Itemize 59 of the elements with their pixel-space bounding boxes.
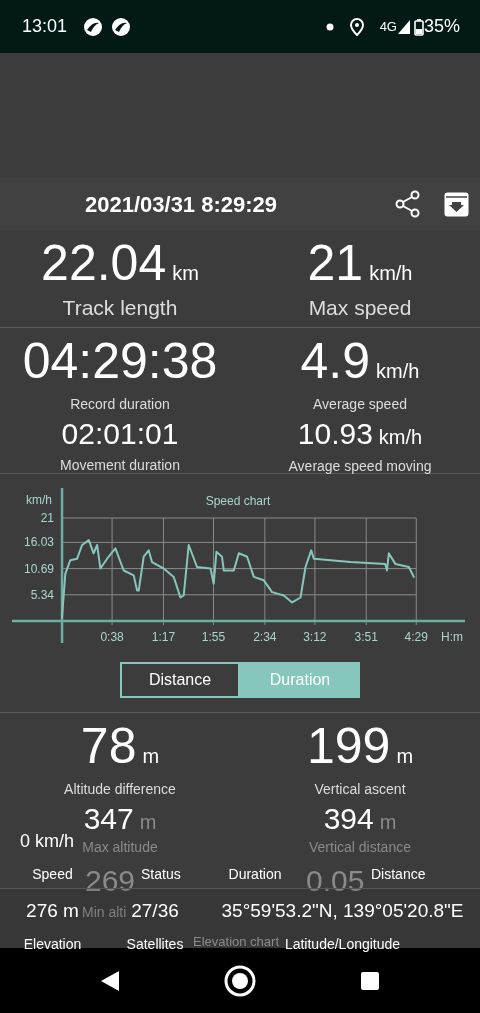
stat-value: 199 bbox=[306, 718, 391, 774]
axis-tick-label: 21 bbox=[40, 511, 54, 525]
stat-label: Record duration bbox=[69, 395, 171, 414]
field-label: Satellites bbox=[126, 934, 184, 954]
field-label: Distance bbox=[371, 865, 426, 884]
chart-title: Speed chart bbox=[205, 494, 271, 508]
field-label: Duration bbox=[228, 865, 282, 884]
stat-unit: km bbox=[172, 262, 199, 284]
stat-unit: km/h bbox=[378, 426, 423, 448]
axis-tick-label: 10.69 bbox=[23, 561, 54, 576]
stat-label: Average speed moving bbox=[287, 457, 433, 476]
field-value: 276 m bbox=[26, 899, 79, 923]
axis-tick-label: 4:29 bbox=[404, 630, 428, 644]
axis-tick-label: 2:34 bbox=[253, 630, 277, 644]
stat-label: Average speed bbox=[312, 395, 408, 414]
field-value: 27/36 bbox=[131, 899, 179, 923]
axis-tick-label: 3:51 bbox=[354, 630, 378, 644]
stat-unit: km/h bbox=[369, 262, 413, 284]
stat-label: Movement duration bbox=[59, 456, 181, 475]
stat-label: Min alti bbox=[82, 903, 127, 922]
axis-tick-label: 0:38 bbox=[100, 630, 124, 644]
axis-tick-label: 3:12 bbox=[303, 630, 327, 644]
field-label: Elevation bbox=[23, 934, 82, 954]
clock: 13:01 bbox=[22, 15, 68, 38]
stat-label: Track length bbox=[61, 295, 179, 321]
axis-tick-label: 1:55 bbox=[201, 630, 226, 644]
battery-level: 35% bbox=[423, 15, 460, 38]
stat-unit: km/h bbox=[376, 360, 420, 382]
stat-label: Max altitude bbox=[82, 838, 158, 857]
speed-value: 0 km/h bbox=[19, 830, 75, 852]
stat-unit: m bbox=[396, 745, 414, 767]
stat-value: 21 bbox=[307, 235, 364, 291]
field-value: 35°59'53.2"N, 139°05'20.8"E bbox=[221, 899, 464, 923]
stat-unit: m bbox=[142, 745, 160, 767]
stat-label: Altitude difference bbox=[63, 780, 177, 799]
field-label: Speed bbox=[32, 865, 73, 884]
stat-value: 78 bbox=[80, 718, 137, 774]
chart-title: Elevation chart bbox=[193, 933, 279, 951]
stat-value: 394 bbox=[323, 802, 374, 835]
stat-value: 22.04 bbox=[41, 235, 167, 291]
stat-unit: m bbox=[139, 811, 157, 833]
stat-label: Max speed bbox=[307, 295, 413, 321]
stat-value: 4.9 bbox=[300, 333, 371, 389]
stat-unit: m bbox=[379, 811, 397, 833]
axis-title: km/h bbox=[26, 493, 52, 507]
axis-tick-label: 1:17 bbox=[151, 630, 176, 644]
field-label: Latitude/Longitude bbox=[284, 934, 401, 954]
stat-value: 04:29:38 bbox=[22, 333, 218, 389]
network-type: 4G bbox=[379, 17, 397, 36]
axis-title: H:m bbox=[441, 630, 463, 644]
field-label: Status bbox=[141, 865, 181, 884]
stat-value: 02:01:01 bbox=[61, 417, 179, 450]
axis-tick-label: 16.03 bbox=[23, 535, 54, 550]
stat-value: 347 bbox=[83, 802, 134, 835]
axis-tick-label: 5.34 bbox=[30, 587, 54, 602]
stat-label: Vertical ascent bbox=[313, 780, 407, 799]
track-title: 2021/03/31 8:29:29 bbox=[85, 190, 278, 219]
stat-label: Vertical distance bbox=[309, 838, 411, 857]
stat-value: 10.93 bbox=[297, 417, 373, 450]
